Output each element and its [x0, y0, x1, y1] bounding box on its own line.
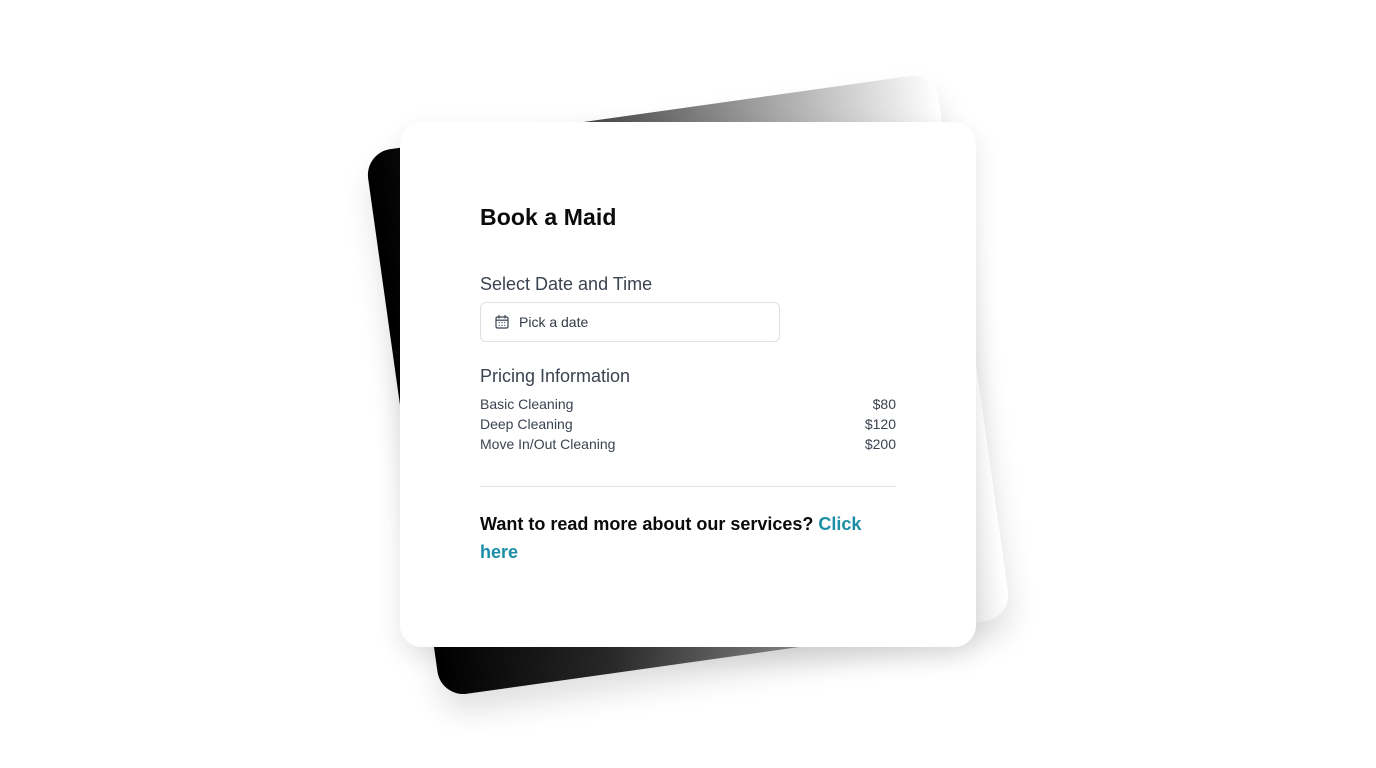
- date-picker-button[interactable]: Pick a date: [480, 302, 780, 342]
- price-row: Move In/Out Cleaning $200: [480, 434, 896, 454]
- price-value: $80: [872, 396, 896, 412]
- price-row: Basic Cleaning $80: [480, 394, 896, 414]
- page-stage: Book a Maid Select Date and Time Pick a …: [0, 0, 1376, 768]
- services-cta: Want to read more about our services? Cl…: [480, 510, 896, 566]
- page-title: Book a Maid: [480, 204, 617, 230]
- date-section-label: Select Date and Time: [480, 274, 653, 294]
- section-divider: [480, 486, 896, 487]
- booking-card: Book a Maid Select Date and Time Pick a …: [400, 122, 976, 647]
- pricing-section-label: Pricing Information: [480, 366, 631, 386]
- price-row: Deep Cleaning $120: [480, 414, 896, 434]
- date-picker-placeholder: Pick a date: [519, 314, 589, 330]
- price-value: $120: [864, 416, 896, 432]
- services-cta-text: Want to read more about our services?: [480, 514, 814, 534]
- price-service-name: Move In/Out Cleaning: [480, 436, 616, 452]
- price-service-name: Basic Cleaning: [480, 396, 574, 412]
- price-list: Basic Cleaning $80 Deep Cleaning $120 Mo…: [480, 394, 896, 454]
- calendar-icon: [495, 314, 509, 329]
- price-service-name: Deep Cleaning: [480, 416, 573, 432]
- price-value: $200: [864, 436, 896, 452]
